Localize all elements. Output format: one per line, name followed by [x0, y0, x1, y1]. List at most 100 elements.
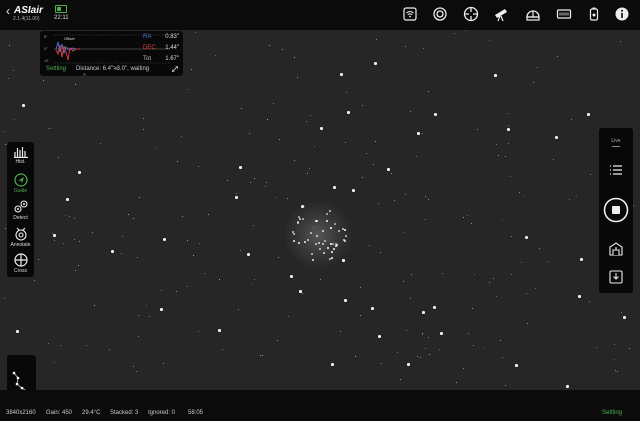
star [329, 210, 331, 212]
stacked-count: Stacked: 3 [110, 410, 139, 416]
star [373, 164, 375, 166]
star [322, 243, 324, 245]
star [336, 244, 338, 246]
stop-button[interactable] [599, 197, 633, 225]
star [315, 243, 317, 245]
star [219, 279, 221, 281]
star [508, 143, 510, 145]
guide-target-icon[interactable] [463, 6, 479, 22]
star [519, 192, 521, 194]
guide-ytick-mid: 0" [44, 46, 48, 51]
plan-button[interactable] [599, 242, 633, 258]
star [417, 356, 419, 358]
star [403, 281, 405, 283]
annotate-button[interactable]: Annotate [7, 227, 34, 248]
guide-button[interactable]: Guide [7, 173, 34, 194]
detect-button[interactable]: Detect [7, 200, 34, 221]
info-icon[interactable] [614, 6, 630, 22]
histogram-button[interactable]: Hist. [7, 146, 34, 165]
star [323, 252, 325, 254]
battery-icon [55, 5, 67, 13]
star [38, 259, 40, 261]
star [502, 220, 504, 222]
total-value: 1.67" [165, 56, 179, 62]
star [352, 189, 355, 192]
camera-icon[interactable] [432, 6, 448, 22]
star [128, 214, 130, 216]
observatory-icon[interactable] [525, 6, 541, 22]
mode-selector[interactable]: Live [599, 138, 633, 147]
star [297, 222, 299, 224]
star [617, 371, 619, 373]
star [468, 333, 470, 335]
star [109, 349, 111, 351]
star [299, 290, 302, 293]
star [320, 279, 322, 281]
star [288, 316, 290, 318]
star [298, 216, 300, 218]
star [156, 147, 158, 149]
crosshair-button[interactable]: Cross [7, 253, 34, 274]
star [345, 235, 347, 237]
star [508, 125, 510, 127]
status-bar: 3840x2160 Gain: 450 29.4°C Stacked: 3 Ig… [0, 390, 640, 421]
star [498, 155, 500, 157]
histogram-label: Hist. [15, 159, 26, 165]
star [315, 220, 317, 222]
star [533, 82, 535, 84]
star [287, 198, 289, 200]
star [54, 362, 56, 364]
star [136, 371, 138, 373]
star [378, 335, 381, 338]
guide-graph-panel[interactable]: 8" 0" -8" Offset RA 0.83" DEC 1.44" Tot … [40, 31, 183, 76]
power-icon[interactable] [586, 6, 602, 22]
mode-label: Live [611, 138, 621, 144]
star [316, 235, 318, 237]
star [241, 108, 243, 110]
telescope-icon[interactable] [493, 6, 509, 22]
capture-status: Settling [602, 410, 623, 416]
live-preview-image[interactable] [0, 30, 640, 390]
star [439, 349, 441, 351]
star [298, 242, 300, 244]
star [75, 270, 77, 272]
wifi-icon[interactable] [402, 6, 418, 22]
crosshair-icon [13, 253, 28, 267]
star [182, 216, 184, 218]
star [397, 352, 399, 354]
star [566, 385, 569, 388]
star [66, 198, 69, 201]
star [405, 194, 407, 196]
star [428, 337, 430, 339]
star [342, 228, 344, 230]
star [496, 296, 498, 298]
star [330, 243, 332, 245]
star [527, 323, 529, 325]
star [324, 240, 326, 242]
star [553, 159, 555, 161]
star [387, 168, 390, 171]
star [489, 282, 491, 284]
histogram-icon [13, 147, 28, 158]
star [331, 363, 334, 366]
expand-icon[interactable] [172, 66, 178, 72]
storage-icon[interactable] [556, 6, 572, 22]
back-chevron-icon[interactable]: ‹ [6, 5, 10, 17]
star [143, 118, 145, 120]
star [279, 139, 281, 141]
star [240, 250, 242, 252]
star [74, 218, 76, 220]
star [391, 173, 393, 175]
star [465, 30, 467, 32]
star [555, 136, 558, 139]
star [433, 306, 436, 309]
star [43, 80, 45, 82]
star [302, 293, 304, 295]
download-button[interactable] [599, 270, 633, 286]
star [360, 287, 362, 289]
star [331, 257, 333, 259]
star [484, 347, 486, 349]
star [149, 316, 151, 318]
list-button[interactable] [599, 164, 633, 178]
star [508, 113, 510, 115]
